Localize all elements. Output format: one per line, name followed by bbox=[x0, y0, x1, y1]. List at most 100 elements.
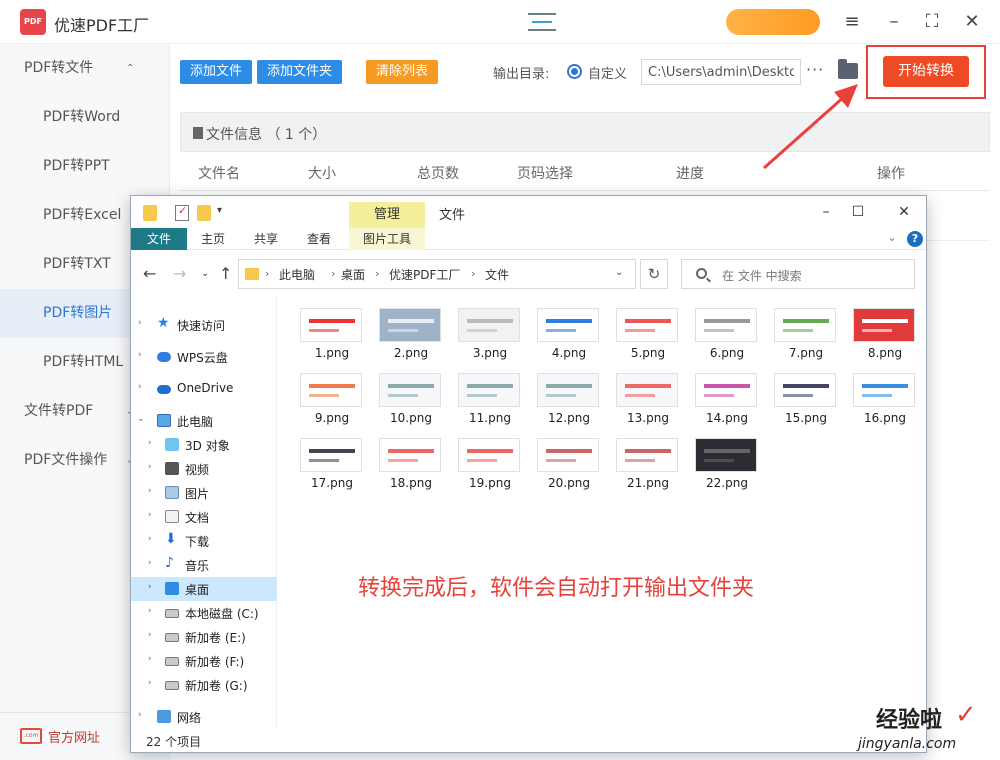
nav-item-desktop[interactable]: › 桌面 bbox=[131, 577, 277, 601]
chevron-right-icon[interactable]: › bbox=[148, 462, 152, 472]
nav-item-documents[interactable]: › 文档 bbox=[131, 505, 277, 529]
file-item[interactable]: 4.png bbox=[537, 308, 601, 370]
file-item[interactable]: 14.png bbox=[695, 373, 759, 435]
nav-item-network[interactable]: › 网络 bbox=[131, 705, 277, 729]
file-item[interactable]: 5.png bbox=[616, 308, 680, 370]
explorer-minimize-button[interactable]: – bbox=[811, 200, 841, 224]
nav-item-volume-g[interactable]: › 新加卷 (G:) bbox=[131, 673, 277, 697]
minimize-button[interactable]: – bbox=[880, 8, 908, 36]
nav-item-onedrive[interactable]: › OneDrive bbox=[131, 377, 277, 401]
breadcrumb-desktop[interactable]: 桌面 bbox=[341, 266, 365, 283]
up-arrow-icon[interactable]: ↑ bbox=[219, 264, 232, 283]
file-item[interactable]: 18.png bbox=[379, 438, 443, 500]
explorer-maximize-button[interactable]: ☐ bbox=[843, 200, 873, 224]
tab-share[interactable]: 共享 bbox=[248, 228, 284, 250]
chevron-right-icon[interactable]: › bbox=[138, 350, 142, 360]
nav-label: 本地磁盘 (C:) bbox=[185, 607, 259, 621]
back-arrow-icon[interactable]: ← bbox=[143, 264, 156, 283]
nav-item-volume-e[interactable]: › 新加卷 (E:) bbox=[131, 625, 277, 649]
search-placeholder: 在 文件 中搜索 bbox=[722, 269, 802, 283]
file-item[interactable]: 16.png bbox=[853, 373, 917, 435]
file-item[interactable]: 9.png bbox=[300, 373, 364, 435]
chevron-right-icon[interactable]: › bbox=[138, 710, 142, 720]
file-item[interactable]: 2.png bbox=[379, 308, 443, 370]
chevron-right-icon[interactable]: › bbox=[148, 486, 152, 496]
file-item[interactable]: 10.png bbox=[379, 373, 443, 435]
nav-item-videos[interactable]: › 视频 bbox=[131, 457, 277, 481]
chevron-right-icon[interactable]: › bbox=[148, 582, 152, 592]
refresh-button[interactable]: ↻ bbox=[640, 259, 668, 289]
nav-item-local-disk-c[interactable]: › 本地磁盘 (C:) bbox=[131, 601, 277, 625]
file-item[interactable]: 13.png bbox=[616, 373, 680, 435]
chevron-down-icon[interactable]: ⌄ bbox=[137, 414, 145, 424]
chevron-right-icon[interactable]: › bbox=[148, 510, 152, 520]
custom-radio[interactable] bbox=[567, 64, 582, 79]
new-folder-icon[interactable] bbox=[197, 205, 211, 221]
tab-picture-tools[interactable]: 图片工具 bbox=[349, 228, 425, 250]
chevron-right-icon[interactable]: › bbox=[148, 654, 152, 664]
file-item[interactable]: 12.png bbox=[537, 373, 601, 435]
file-item[interactable]: 7.png bbox=[774, 308, 838, 370]
file-item[interactable]: 20.png bbox=[537, 438, 601, 500]
chevron-right-icon[interactable]: › bbox=[148, 606, 152, 616]
menu-icon[interactable]: ≡ bbox=[838, 8, 866, 36]
file-item[interactable]: 17.png bbox=[300, 438, 364, 500]
nav-item-wps-cloud[interactable]: › WPS云盘 bbox=[131, 345, 277, 369]
explorer-close-button[interactable]: ✕ bbox=[889, 200, 919, 224]
tab-manage[interactable]: 管理 bbox=[349, 202, 425, 228]
promo-badge[interactable] bbox=[726, 9, 820, 35]
chevron-right-icon[interactable]: › bbox=[138, 318, 142, 328]
file-item[interactable]: 15.png bbox=[774, 373, 838, 435]
chevron-right-icon[interactable]: › bbox=[148, 678, 152, 688]
sidebar-item-pdf-to-ppt[interactable]: PDF转PPT bbox=[0, 142, 170, 191]
maximize-button[interactable]: ⛶ bbox=[918, 8, 946, 36]
file-item[interactable]: 19.png bbox=[458, 438, 522, 500]
chevron-right-icon[interactable]: › bbox=[148, 630, 152, 640]
tab-view[interactable]: 查看 bbox=[301, 228, 337, 250]
sidebar-item-pdf-to-file[interactable]: PDF转文件 ⌃ bbox=[0, 44, 170, 93]
window-layout-icon[interactable] bbox=[528, 13, 556, 31]
expand-ribbon-icon[interactable]: ⌄ bbox=[887, 230, 897, 244]
chevron-right-icon[interactable]: › bbox=[148, 438, 152, 448]
file-item[interactable]: 3.png bbox=[458, 308, 522, 370]
address-dropdown-icon[interactable]: ⌄ bbox=[615, 267, 623, 278]
close-button[interactable]: ✕ bbox=[958, 8, 986, 36]
nav-item-downloads[interactable]: › ⬇ 下载 bbox=[131, 529, 277, 553]
add-file-button[interactable]: 添加文件 bbox=[180, 60, 252, 84]
nav-item-this-pc[interactable]: ⌄ 此电脑 bbox=[131, 409, 277, 433]
chevron-right-icon[interactable]: › bbox=[148, 558, 152, 568]
nav-item-quick-access[interactable]: › ★ 快速访问 bbox=[131, 313, 277, 337]
tab-home[interactable]: 主页 bbox=[195, 228, 231, 250]
file-item[interactable]: 11.png bbox=[458, 373, 522, 435]
properties-icon[interactable] bbox=[175, 204, 189, 221]
nav-item-3d-objects[interactable]: › 3D 对象 bbox=[131, 433, 277, 457]
start-convert-button[interactable]: 开始转换 bbox=[883, 56, 969, 87]
nav-item-pictures[interactable]: › 图片 bbox=[131, 481, 277, 505]
recent-locations-icon[interactable]: ⌄ bbox=[201, 268, 209, 279]
address-row: ← → ⌄ ↑ › 此电脑 › 桌面 › 优速PDF工厂 › 文件 ⌄ ↻ 在 … bbox=[131, 250, 926, 298]
file-item[interactable]: 22.png bbox=[695, 438, 759, 500]
file-item[interactable]: 1.png bbox=[300, 308, 364, 370]
more-options-button[interactable]: ··· bbox=[806, 60, 824, 79]
search-box[interactable]: 在 文件 中搜索 bbox=[681, 259, 915, 289]
clear-list-button[interactable]: 清除列表 bbox=[366, 60, 438, 84]
open-folder-icon[interactable] bbox=[838, 59, 858, 79]
add-folder-button[interactable]: 添加文件夹 bbox=[257, 60, 342, 84]
address-bar[interactable]: › 此电脑 › 桌面 › 优速PDF工厂 › 文件 ⌄ bbox=[238, 259, 636, 289]
customize-qa-icon[interactable]: ▾ bbox=[217, 205, 222, 216]
nav-item-volume-f[interactable]: › 新加卷 (F:) bbox=[131, 649, 277, 673]
chevron-right-icon[interactable]: › bbox=[138, 382, 142, 392]
file-item[interactable]: 8.png bbox=[853, 308, 917, 370]
tab-file[interactable]: 文件 bbox=[131, 228, 187, 250]
file-item[interactable]: 21.png bbox=[616, 438, 680, 500]
help-icon[interactable]: ? bbox=[907, 231, 923, 247]
forward-arrow-icon[interactable]: → bbox=[173, 264, 186, 283]
chevron-right-icon[interactable]: › bbox=[148, 534, 152, 544]
sidebar-item-pdf-to-word[interactable]: PDF转Word bbox=[0, 93, 170, 142]
breadcrumb-files[interactable]: 文件 bbox=[485, 266, 509, 283]
breadcrumb-this-pc[interactable]: 此电脑 bbox=[279, 266, 315, 283]
breadcrumb-app-folder[interactable]: 优速PDF工厂 bbox=[389, 266, 460, 283]
nav-label: 图片 bbox=[185, 487, 210, 501]
file-item[interactable]: 6.png bbox=[695, 308, 759, 370]
nav-item-music[interactable]: › ♪ 音乐 bbox=[131, 553, 277, 577]
